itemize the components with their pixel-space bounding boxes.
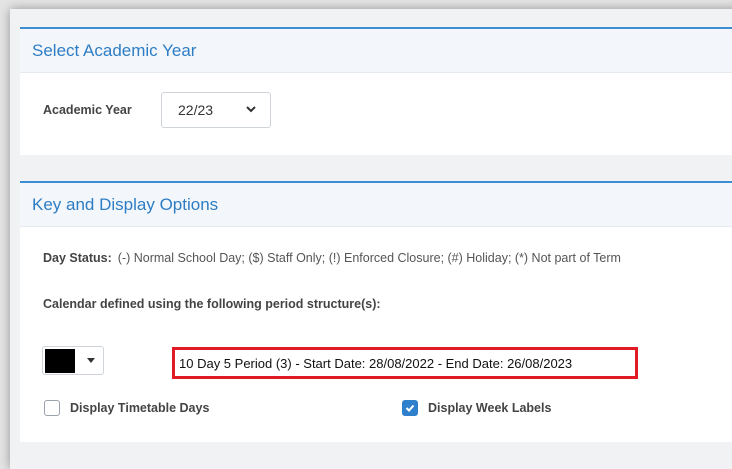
day-status-label: Day Status: <box>43 251 112 265</box>
display-week-labels-label: Display Week Labels <box>428 401 552 415</box>
display-timetable-days-checkbox[interactable]: Display Timetable Days <box>44 400 209 416</box>
day-status-line: Day Status: (-) Normal School Day; ($) St… <box>43 251 621 265</box>
day-status-text: (-) Normal School Day; ($) Staff Only; (… <box>117 251 621 265</box>
color-picker[interactable] <box>42 346 104 375</box>
checkbox-unchecked-icon <box>44 400 60 416</box>
display-week-labels-checkbox[interactable]: Display Week Labels <box>402 400 551 416</box>
period-structure-heading: Calendar defined using the following per… <box>43 297 381 311</box>
display-timetable-days-label: Display Timetable Days <box>70 401 210 415</box>
academic-year-panel-title: Select Academic Year <box>20 29 732 73</box>
academic-year-select-value: 22/23 <box>178 102 214 118</box>
color-swatch <box>45 349 75 373</box>
key-display-panel: Key and Display Options Day Status: (-) N… <box>20 181 732 442</box>
academic-year-label: Academic Year <box>43 103 132 117</box>
dropdown-arrow-icon <box>87 358 95 363</box>
period-structure-highlight: 10 Day 5 Period (3) - Start Date: 28/08/… <box>172 347 638 379</box>
academic-year-panel: Select Academic Year Academic Year 22/23 <box>20 27 732 155</box>
key-display-panel-title: Key and Display Options <box>20 183 732 227</box>
checkbox-checked-icon <box>402 400 418 416</box>
period-structure-text: 10 Day 5 Period (3) - Start Date: 28/08/… <box>179 355 573 371</box>
chevron-down-icon <box>246 106 256 113</box>
academic-year-select[interactable]: 22/23 <box>161 92 271 128</box>
